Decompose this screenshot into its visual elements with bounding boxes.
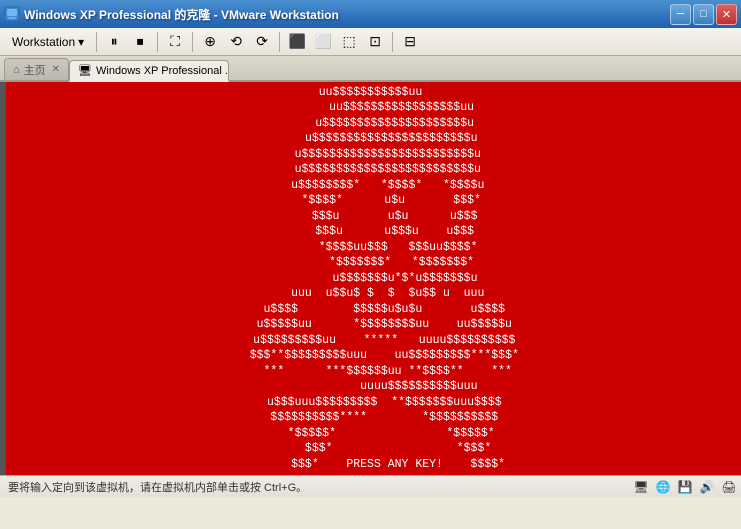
toolbar-view3-button[interactable]: ⬚ — [336, 31, 362, 53]
status-icon-2: 🌐 — [655, 479, 671, 495]
tab-home[interactable]: ⌂ 主页 ✕ — [4, 58, 69, 80]
workstation-label: Workstation — [12, 35, 75, 49]
status-icon-4: 🔊 — [699, 479, 715, 495]
workstation-menu[interactable]: Workstation ▾ — [4, 33, 92, 51]
vm-display[interactable]: uu$$$$$$$$$$$uu uu$$$$$$$$$$$$$$$$$uu u$… — [0, 82, 741, 475]
toolbar-vm-settings-button[interactable]: ⛶ — [162, 31, 188, 53]
toolbar-separator-4 — [279, 32, 280, 52]
window-controls: ─ □ ✕ — [670, 4, 737, 25]
resize-handle[interactable] — [0, 82, 6, 475]
app-icon — [4, 6, 20, 22]
tab-vm[interactable]: 🖥 Windows XP Professional ... ✕ — [69, 60, 229, 82]
toolbar-view1-button[interactable]: ⬛ — [284, 31, 310, 53]
toolbar-separator-3 — [192, 32, 193, 52]
titlebar: Windows XP Professional 的克隆 - VMware Wor… — [0, 0, 741, 28]
toolbar-snapshot-manager-button[interactable]: ⟳ — [249, 31, 275, 53]
window-title: Windows XP Professional 的克隆 - VMware Wor… — [24, 6, 670, 23]
skull-ascii-art: uu$$$$$$$$$$$uu uu$$$$$$$$$$$$$$$$$uu u$… — [222, 82, 519, 475]
maximize-button[interactable]: □ — [693, 4, 714, 25]
statusbar-icons: 🖥 🌐 💾 🔊 🖨 — [633, 479, 737, 495]
home-tab-label: 主页 — [24, 62, 46, 78]
toolbar-view2-button[interactable]: ⬜ — [310, 31, 336, 53]
home-tab-icon: ⌂ — [13, 64, 20, 76]
toolbar-pause-button[interactable]: ⏸ — [101, 31, 127, 53]
vm-tab-icon: 🖥 — [78, 64, 92, 77]
status-text: 要将输入定向到该虚拟机，请在虚拟机内部单击或按 Ctrl+G。 — [8, 479, 733, 495]
toolbar-snap-button[interactable]: ⊕ — [197, 31, 223, 53]
statusbar: 要将输入定向到该虚拟机，请在虚拟机内部单击或按 Ctrl+G。 🖥 🌐 💾 🔊 … — [0, 475, 741, 497]
toolbar-stop-button[interactable]: ⏹ — [127, 31, 153, 53]
close-button[interactable]: ✕ — [716, 4, 737, 25]
toolbar-separator-2 — [157, 32, 158, 52]
menubar: Workstation ▾ ⏸ ⏹ ⛶ ⊕ ⟲ ⟳ ⬛ ⬜ ⬚ ⊡ ⊟ — [0, 28, 741, 56]
toolbar-separator-5 — [392, 32, 393, 52]
toolbar-separator-1 — [96, 32, 97, 52]
status-icon-1: 🖥 — [633, 479, 649, 495]
toolbar-revert-button[interactable]: ⟲ — [223, 31, 249, 53]
status-icon-3: 💾 — [677, 479, 693, 495]
home-tab-close[interactable]: ✕ — [52, 64, 60, 75]
tabsbar: ⌂ 主页 ✕ 🖥 Windows XP Professional ... ✕ — [0, 56, 741, 82]
toolbar-view4-button[interactable]: ⊡ — [362, 31, 388, 53]
vm-tab-label: Windows XP Professional ... — [96, 65, 229, 77]
minimize-button[interactable]: ─ — [670, 4, 691, 25]
workstation-dropdown-icon: ▾ — [78, 35, 84, 49]
status-icon-5: 🖨 — [721, 479, 737, 495]
toolbar-fullscreen-button[interactable]: ⊟ — [397, 31, 423, 53]
